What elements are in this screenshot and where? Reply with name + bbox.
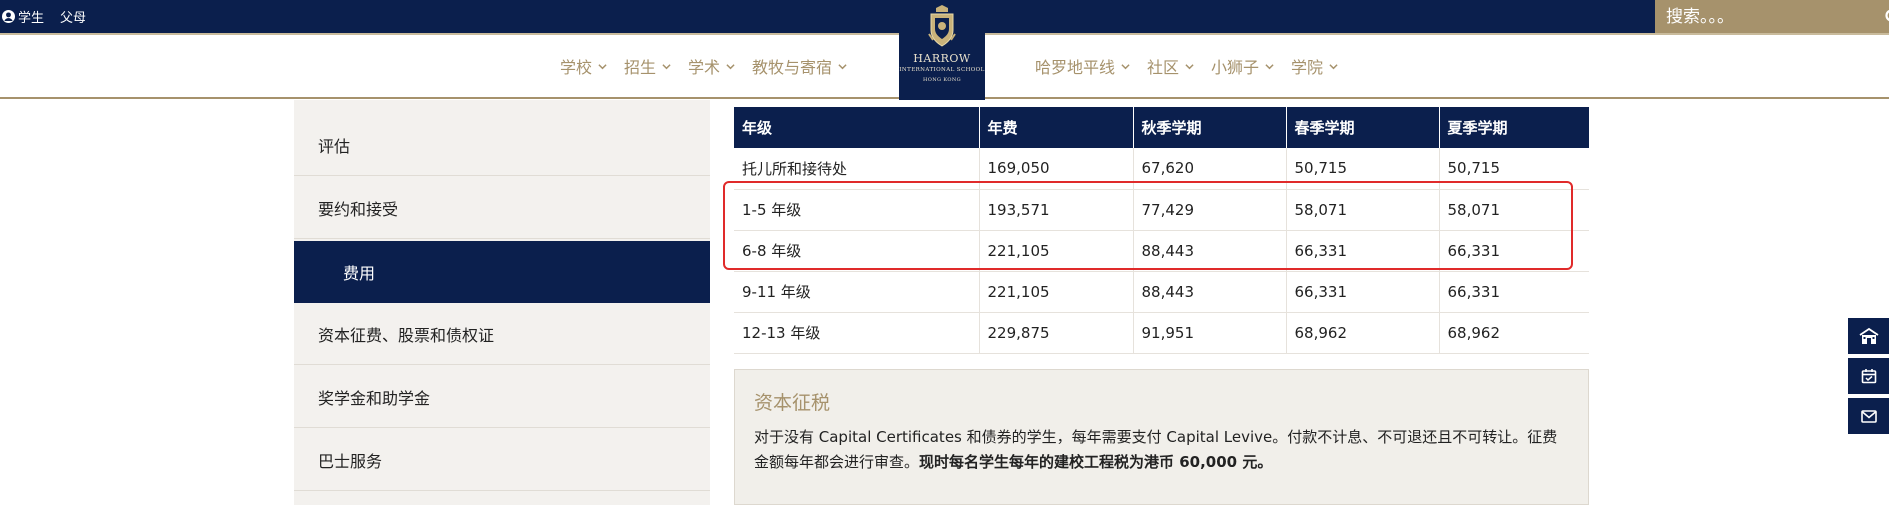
sidebar-item-capital-levy[interactable]: 资本征费、股票和债权证	[294, 303, 710, 365]
cell-spring-term: 68,962	[1286, 312, 1440, 354]
cell-summer-term: 66,331	[1439, 230, 1589, 272]
nav-item-admissions[interactable]: 招生	[624, 54, 671, 78]
cell-summer-term: 50,715	[1439, 148, 1589, 190]
user-circle-icon	[2, 10, 15, 23]
nav-item-academics[interactable]: 学术	[688, 54, 735, 78]
cell-grade: 9-11 年级	[734, 271, 980, 313]
top-links: 学生 父母	[2, 0, 86, 33]
chevron-down-icon	[598, 63, 607, 69]
parents-link-label: 父母	[60, 11, 87, 26]
nav-item-label: 哈罗地平线	[1035, 58, 1116, 77]
mail-icon	[1860, 409, 1877, 423]
chevron-down-icon	[1329, 63, 1338, 69]
chevron-down-icon	[1265, 63, 1274, 69]
header-annual-fee: 年费	[979, 107, 1134, 148]
nav-item-community[interactable]: 社区	[1147, 54, 1194, 78]
nav-item-little-lions[interactable]: 小狮子	[1211, 54, 1274, 78]
sidebar: 评估 要约和接受 费用 资本征费、股票和债权证 奖学金和助学金 巴士服务	[294, 100, 710, 505]
sidebar-item-fees[interactable]: 费用	[294, 241, 710, 303]
cell-autumn-term: 77,429	[1133, 189, 1287, 231]
header-summer-term: 夏季学期	[1439, 107, 1589, 148]
cell-spring-term: 50,715	[1286, 148, 1440, 190]
nav-item-school[interactable]: 学校	[560, 54, 607, 78]
capital-levy-box: 资本征税 对于没有 Capital Certificates 和债券的学生，每年…	[734, 369, 1589, 505]
school-building-icon	[1859, 327, 1878, 344]
cell-summer-term: 58,071	[1439, 189, 1589, 231]
cell-annual-fee: 221,105	[979, 271, 1134, 313]
cell-autumn-term: 88,443	[1133, 271, 1287, 313]
cell-summer-term: 68,962	[1439, 312, 1589, 354]
school-logo[interactable]: HARROW INTERNATIONAL SCHOOL HONG KONG	[899, 0, 985, 100]
cell-grade: 1-5 年级	[734, 189, 980, 231]
table-row: 1-5 年级 193,571 77,429 58,071 58,071	[734, 189, 1589, 231]
nav-left-group: 学校 招生 学术 教牧与寄宿	[560, 35, 847, 97]
visit-school-button[interactable]	[1848, 318, 1889, 354]
cell-grade: 6-8 年级	[734, 230, 980, 272]
sidebar-item-bus-service[interactable]: 巴士服务	[294, 429, 710, 491]
table-header-row: 年级 年费 秋季学期 春季学期 夏季学期	[734, 107, 1589, 148]
students-link[interactable]: 学生	[2, 7, 44, 26]
cell-summer-term: 66,331	[1439, 271, 1589, 313]
book-tour-button[interactable]	[1848, 358, 1889, 394]
contact-button[interactable]	[1848, 398, 1889, 434]
calendar-check-icon	[1861, 369, 1876, 384]
search-icon	[1885, 9, 1889, 21]
school-crest-icon	[928, 5, 956, 47]
chevron-down-icon	[1185, 63, 1194, 69]
nav-item-label: 社区	[1147, 58, 1180, 77]
cell-annual-fee: 193,571	[979, 189, 1134, 231]
nav-right-group: 哈罗地平线 社区 小狮子 学院	[1035, 35, 1338, 97]
nav-item-label: 学院	[1291, 58, 1324, 77]
cell-annual-fee: 169,050	[979, 148, 1134, 190]
cell-spring-term: 66,331	[1286, 271, 1440, 313]
students-link-label: 学生	[18, 11, 45, 26]
cell-spring-term: 58,071	[1286, 189, 1440, 231]
search-button[interactable]	[1885, 0, 1889, 33]
chevron-down-icon	[1121, 63, 1130, 69]
cell-autumn-term: 67,620	[1133, 148, 1287, 190]
sidebar-item-assessment[interactable]: 评估	[294, 114, 710, 176]
table-row: 9-11 年级 221,105 88,443 66,331 66,331	[734, 271, 1589, 313]
sidebar-item-scholarships[interactable]: 奖学金和助学金	[294, 366, 710, 428]
nav-item-label: 学校	[559, 58, 592, 77]
nav-item-pastoral-boarding[interactable]: 教牧与寄宿	[752, 54, 847, 78]
cell-annual-fee: 221,105	[979, 230, 1134, 272]
cell-autumn-term: 88,443	[1133, 230, 1287, 272]
fees-table: 年级 年费 秋季学期 春季学期 夏季学期 托儿所和接待处 169,050 67,…	[734, 107, 1589, 354]
logo-wordmark: HARROW	[913, 52, 971, 65]
capital-levy-amount: 现时每名学生每年的建校工程税为港币 60,000 元。	[919, 453, 1273, 471]
search-input[interactable]	[1655, 0, 1885, 33]
table-row: 12-13 年级 229,875 91,951 68,962 68,962	[734, 312, 1589, 354]
search-box	[1655, 0, 1889, 33]
cell-grade: 托儿所和接待处	[734, 148, 980, 190]
capital-levy-title: 资本征税	[754, 392, 831, 414]
chevron-down-icon	[662, 63, 671, 69]
logo-location: HONG KONG	[922, 77, 962, 83]
logo-subtitle: INTERNATIONAL SCHOOL	[899, 67, 985, 73]
nav-item-label: 教牧与寄宿	[751, 58, 832, 77]
header-grade: 年级	[734, 107, 980, 148]
table-row: 托儿所和接待处 169,050 67,620 50,715 50,715	[734, 148, 1589, 190]
cell-spring-term: 66,331	[1286, 230, 1440, 272]
cell-annual-fee: 229,875	[979, 312, 1134, 354]
nav-item-label: 招生	[623, 58, 656, 77]
cell-grade: 12-13 年级	[734, 312, 980, 354]
nav-item-college[interactable]: 学院	[1291, 54, 1338, 78]
nav-item-harrow-horizons[interactable]: 哈罗地平线	[1035, 54, 1130, 78]
header-autumn-term: 秋季学期	[1133, 107, 1287, 148]
cell-autumn-term: 91,951	[1133, 312, 1287, 354]
parents-link[interactable]: 父母	[60, 7, 86, 26]
chevron-down-icon	[838, 63, 847, 69]
sidebar-item-offer-acceptance[interactable]: 要约和接受	[294, 177, 710, 239]
chevron-down-icon	[726, 63, 735, 69]
header-spring-term: 春季学期	[1286, 107, 1440, 148]
table-row: 6-8 年级 221,105 88,443 66,331 66,331	[734, 230, 1589, 272]
capital-levy-text: 对于没有 Capital Certificates 和债券的学生，每年需要支付 …	[754, 425, 1569, 475]
nav-item-label: 学术	[687, 58, 720, 77]
nav-item-label: 小狮子	[1211, 58, 1260, 77]
